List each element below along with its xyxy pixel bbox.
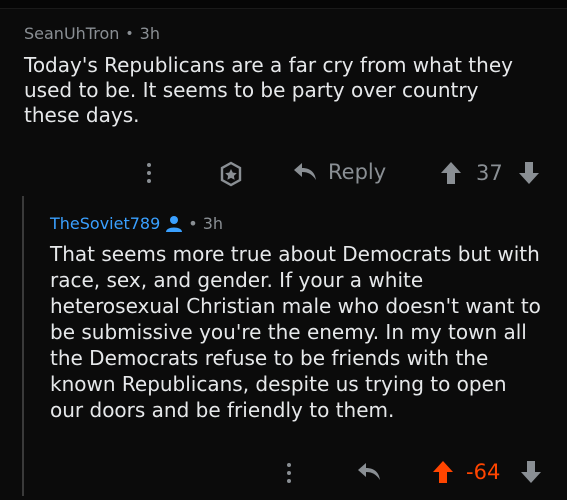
award-icon xyxy=(218,161,244,187)
downvote-button[interactable] xyxy=(520,460,542,484)
reply-icon xyxy=(356,461,382,483)
score-value: -64 xyxy=(466,460,501,484)
reply-label: Reply xyxy=(328,160,387,184)
upvote-button[interactable] xyxy=(432,460,454,484)
upvote-icon xyxy=(440,161,462,185)
meta-separator: • xyxy=(125,25,134,42)
comment-2-age: 3h xyxy=(202,214,224,233)
comment-1-text: Today's Republicans are a far cry from w… xyxy=(24,53,513,127)
score-value: 37 xyxy=(476,161,503,185)
comment-1-actions: Reply 37 xyxy=(140,158,550,192)
upvote-button[interactable] xyxy=(440,161,462,185)
comment-1-score: 37 xyxy=(476,161,503,185)
meta-separator: • xyxy=(188,214,198,233)
reply-button[interactable] xyxy=(356,461,382,483)
more-icon xyxy=(146,162,152,184)
downvote-icon xyxy=(520,460,542,484)
user-icon xyxy=(165,215,183,233)
comment-2-actions: -64 xyxy=(280,458,550,490)
upvote-icon xyxy=(432,460,454,484)
more-options-button[interactable] xyxy=(286,462,292,484)
downvote-icon xyxy=(518,161,540,185)
comment-2: TheSoviet789 • 3h That seems more true a… xyxy=(50,214,550,423)
comment-1: SeanUhTron • 3h Today's Republicans are … xyxy=(24,24,544,128)
more-icon xyxy=(286,462,292,484)
downvote-button[interactable] xyxy=(518,161,540,185)
reply-icon xyxy=(292,161,318,183)
comment-2-meta: TheSoviet789 • 3h xyxy=(50,214,550,233)
award-button[interactable] xyxy=(218,161,244,187)
comment-2-username[interactable]: TheSoviet789 xyxy=(50,214,160,233)
top-divider xyxy=(0,0,567,9)
comment-1-username[interactable]: SeanUhTron xyxy=(24,24,119,43)
more-options-button[interactable] xyxy=(146,162,152,184)
comment-1-meta: SeanUhTron • 3h xyxy=(24,24,544,43)
comment-2-score: -64 xyxy=(466,460,500,484)
thread-line[interactable] xyxy=(22,196,24,496)
comment-2-text: That seems more true about Democrats but… xyxy=(50,242,541,422)
comment-1-age: 3h xyxy=(139,24,160,43)
reply-button[interactable]: Reply xyxy=(292,160,386,184)
